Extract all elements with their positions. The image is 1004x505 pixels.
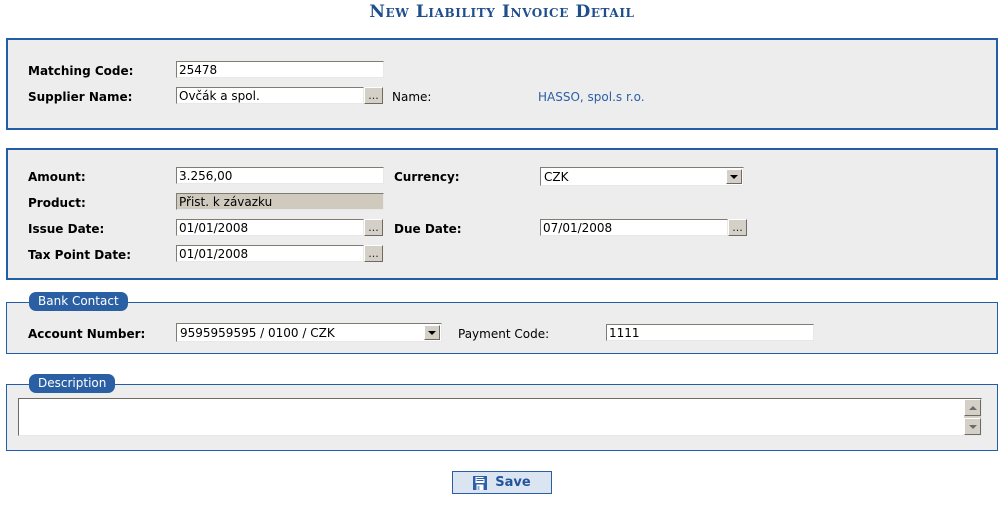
- issue-date-picker-button[interactable]: ...: [364, 219, 383, 236]
- matching-code-input[interactable]: [176, 61, 384, 78]
- issue-date-input[interactable]: [176, 219, 364, 236]
- currency-select[interactable]: CZK: [540, 167, 744, 186]
- supplier-display-name-label: Name:: [392, 90, 432, 104]
- amount-label: Amount:: [28, 170, 86, 184]
- due-date-picker-button[interactable]: ...: [728, 219, 747, 236]
- payment-code-label: Payment Code:: [458, 327, 550, 341]
- account-number-select-value: 9595959595 / 0100 / CZK: [180, 326, 335, 340]
- issue-date-label: Issue Date:: [28, 222, 105, 236]
- save-button[interactable]: Save: [452, 471, 552, 494]
- tax-point-date-input[interactable]: [176, 245, 364, 262]
- supplier-name-input[interactable]: [176, 87, 364, 104]
- tax-point-date-picker-button[interactable]: ...: [364, 245, 383, 262]
- chevron-down-icon[interactable]: [726, 169, 742, 184]
- product-input: [176, 193, 384, 210]
- description-textarea[interactable]: [19, 399, 964, 435]
- currency-label: Currency:: [394, 170, 460, 184]
- due-date-input[interactable]: [540, 219, 728, 236]
- due-date-label: Due Date:: [394, 222, 462, 236]
- product-label: Product:: [28, 196, 86, 210]
- supplier-name-browse-button[interactable]: ...: [364, 87, 383, 104]
- description-legend: Description: [29, 374, 116, 393]
- invoice-detail-page: New Liability Invoice Detail Matching Co…: [0, 0, 1004, 505]
- chevron-down-icon[interactable]: [424, 325, 440, 340]
- payment-code-input[interactable]: [606, 324, 814, 341]
- matching-code-label: Matching Code:: [28, 64, 134, 78]
- floppy-disk-icon: [473, 475, 488, 490]
- currency-select-value: CZK: [544, 170, 569, 184]
- description-textarea-wrapper: [18, 398, 982, 436]
- supplier-display-name-value: HASSO, spol.s r.o.: [538, 90, 645, 104]
- page-title: New Liability Invoice Detail: [369, 2, 635, 22]
- scroll-down-arrow-icon[interactable]: [964, 418, 981, 435]
- invoice-panel: [6, 148, 998, 280]
- supplier-name-label: Supplier Name:: [28, 90, 133, 104]
- account-number-label: Account Number:: [28, 327, 146, 341]
- tax-point-date-label: Tax Point Date:: [28, 248, 131, 262]
- save-button-label: Save: [495, 475, 531, 490]
- bank-contact-legend: Bank Contact: [29, 292, 128, 311]
- scroll-up-arrow-icon[interactable]: [964, 399, 981, 416]
- amount-input[interactable]: [176, 167, 384, 184]
- supplier-panel: [6, 38, 998, 130]
- account-number-select[interactable]: 9595959595 / 0100 / CZK: [176, 323, 442, 342]
- description-scrollbar[interactable]: [964, 399, 981, 435]
